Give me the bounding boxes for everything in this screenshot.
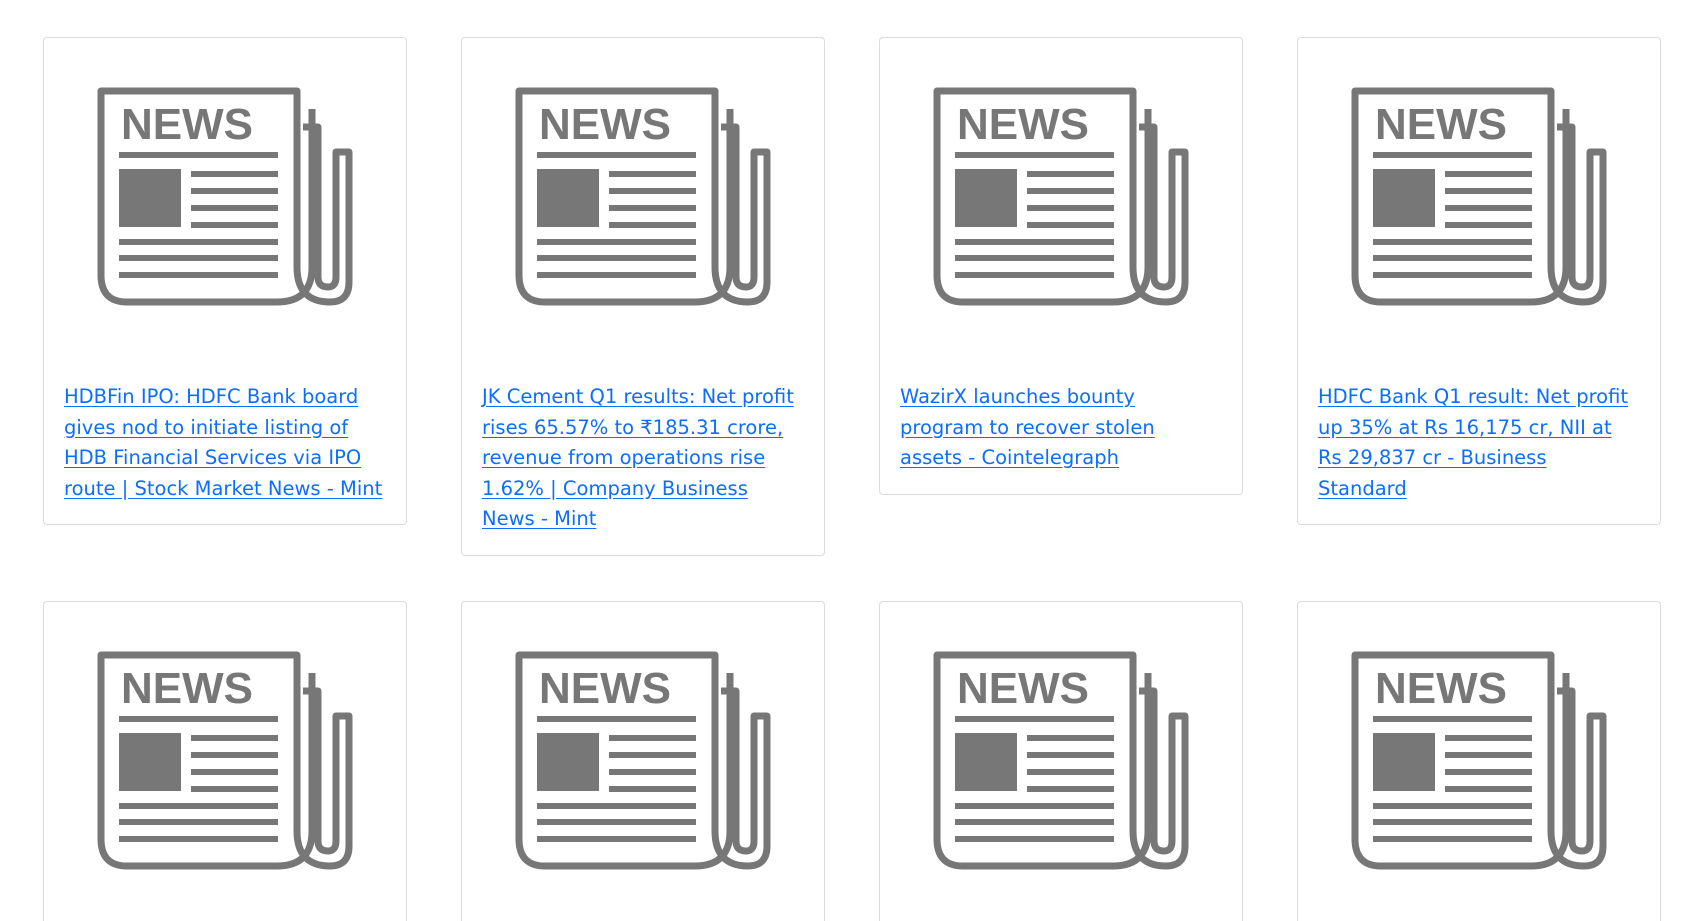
newspaper-icon [515, 87, 771, 307]
news-card [43, 600, 407, 921]
news-card: HDBFin IPO: HDFC Bank board gives nod to… [43, 37, 407, 525]
news-card [879, 600, 1243, 921]
news-grid: HDBFin IPO: HDFC Bank board gives nod to… [43, 37, 1663, 921]
newspaper-icon [97, 651, 353, 871]
news-card [461, 600, 825, 921]
news-card: WazirX launches bounty program to recove… [879, 37, 1243, 495]
newspaper-icon [1351, 87, 1607, 307]
news-title-link[interactable]: WazirX launches bounty program to recove… [900, 382, 1222, 474]
newspaper-icon [933, 87, 1189, 307]
news-title-link[interactable]: JK Cement Q1 results: Net profit rises 6… [482, 382, 804, 535]
newspaper-icon [515, 651, 771, 871]
newspaper-icon [933, 651, 1189, 871]
news-title-link[interactable]: HDFC Bank Q1 result: Net profit up 35% a… [1318, 382, 1640, 504]
newspaper-icon [1351, 651, 1607, 871]
newspaper-icon [97, 87, 353, 307]
news-card [1297, 600, 1661, 921]
news-card: HDFC Bank Q1 result: Net profit up 35% a… [1297, 37, 1661, 525]
news-title-link[interactable]: HDBFin IPO: HDFC Bank board gives nod to… [64, 382, 386, 504]
news-card: JK Cement Q1 results: Net profit rises 6… [461, 37, 825, 556]
